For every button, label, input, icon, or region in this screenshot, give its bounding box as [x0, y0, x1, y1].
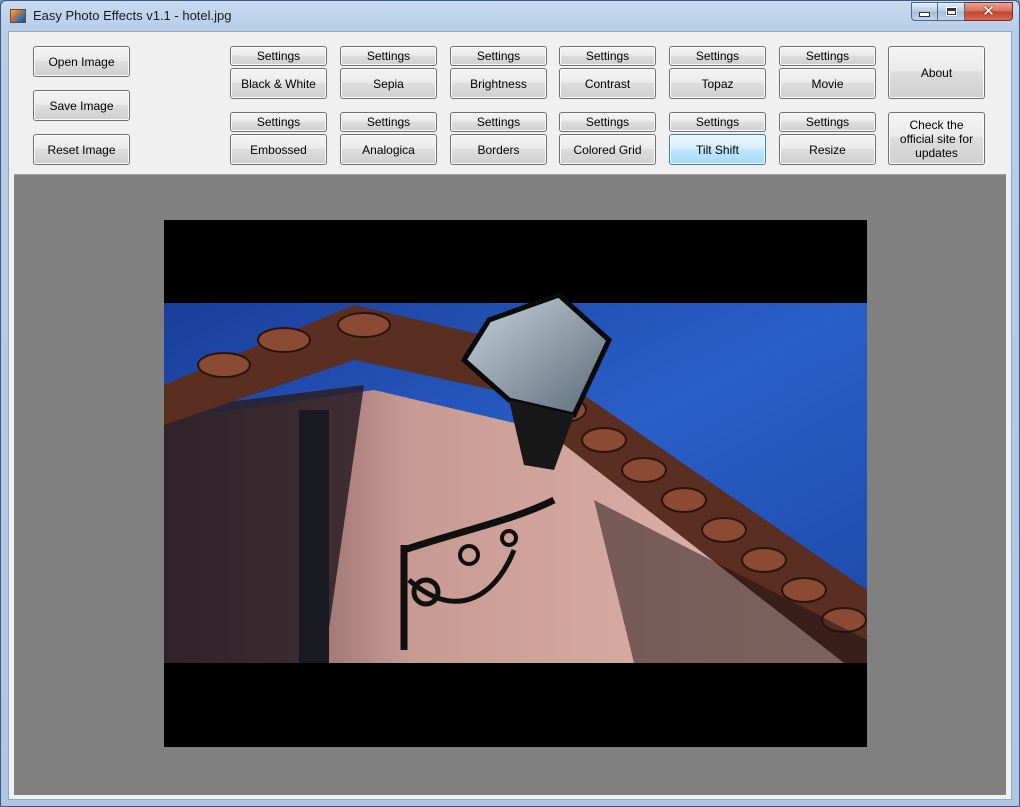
app-photo-icon[interactable] [10, 9, 26, 23]
app-window: Easy Photo Effects v1.1 - hotel.jpg ✕ Op… [0, 0, 1020, 807]
contrast-effect-button[interactable]: Contrast [559, 68, 656, 99]
topaz-effect-button[interactable]: Topaz [669, 68, 766, 99]
contrast-settings-button[interactable]: Settings [559, 46, 656, 66]
colored-grid-settings-button[interactable]: Settings [559, 112, 656, 132]
main-panel: Open Image Save Image Reset Image Settin… [8, 31, 1012, 800]
sepia-effect-button[interactable]: Sepia [340, 68, 437, 99]
borders-effect-button[interactable]: Borders [450, 134, 547, 165]
brightness-settings-button[interactable]: Settings [450, 46, 547, 66]
close-icon: ✕ [982, 2, 995, 20]
analogica-settings-button[interactable]: Settings [340, 112, 437, 132]
minimize-button[interactable] [911, 2, 938, 21]
open-image-button[interactable]: Open Image [33, 46, 130, 77]
resize-settings-button[interactable]: Settings [779, 112, 876, 132]
colored-grid-effect-button[interactable]: Colored Grid [559, 134, 656, 165]
resize-effect-button[interactable]: Resize [779, 134, 876, 165]
brightness-effect-button[interactable]: Brightness [450, 68, 547, 99]
tilt-shift-effect-button[interactable]: Tilt Shift [669, 134, 766, 165]
analogica-effect-button[interactable]: Analogica [340, 134, 437, 165]
about-button[interactable]: About [888, 46, 985, 99]
maximize-button[interactable] [938, 2, 965, 21]
bw-settings-button[interactable]: Settings [230, 46, 327, 66]
tilt-shift-settings-button[interactable]: Settings [669, 112, 766, 132]
photo-preview [164, 220, 867, 747]
bw-effect-button[interactable]: Black & White [230, 68, 327, 99]
minimize-icon [919, 12, 930, 17]
movie-effect-button[interactable]: Movie [779, 68, 876, 99]
image-canvas[interactable] [14, 174, 1006, 795]
reset-image-button[interactable]: Reset Image [33, 134, 130, 165]
save-image-button[interactable]: Save Image [33, 90, 130, 121]
maximize-icon [945, 7, 957, 16]
embossed-settings-button[interactable]: Settings [230, 112, 327, 132]
window-controls: ✕ [911, 2, 1013, 22]
sepia-settings-button[interactable]: Settings [340, 46, 437, 66]
close-button[interactable]: ✕ [965, 2, 1013, 21]
topaz-settings-button[interactable]: Settings [669, 46, 766, 66]
movie-settings-button[interactable]: Settings [779, 46, 876, 66]
embossed-effect-button[interactable]: Embossed [230, 134, 327, 165]
borders-settings-button[interactable]: Settings [450, 112, 547, 132]
check-updates-button[interactable]: Check the official site for updates [888, 112, 985, 165]
window-title: Easy Photo Effects v1.1 - hotel.jpg [33, 8, 232, 23]
photo-image [164, 220, 867, 747]
title-bar[interactable]: Easy Photo Effects v1.1 - hotel.jpg ✕ [1, 1, 1019, 31]
